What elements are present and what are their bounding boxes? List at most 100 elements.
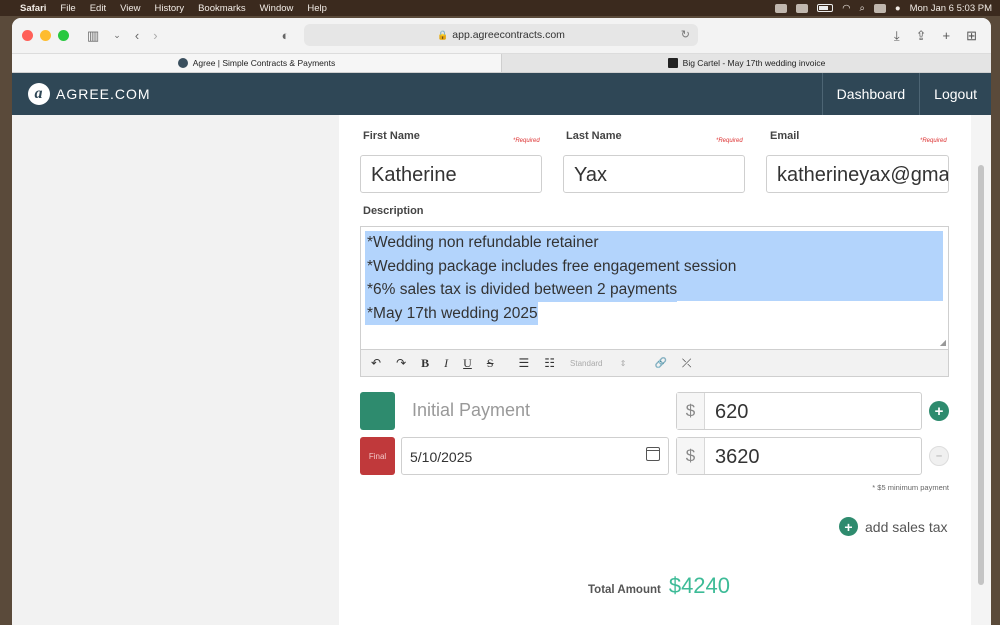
status-share-icon[interactable] xyxy=(796,3,809,13)
forward-icon[interactable]: › xyxy=(153,28,157,43)
menu-history[interactable]: History xyxy=(155,3,185,14)
minimum-payment-note: * $5 minimum payment xyxy=(872,483,949,492)
first-name-required: *Required xyxy=(513,138,540,144)
menu-edit[interactable]: Edit xyxy=(90,3,106,14)
final-amount: 3620 xyxy=(715,446,760,468)
last-name-label: Last Name xyxy=(566,130,622,142)
close-window-button[interactable] xyxy=(22,30,33,41)
initial-payment-swatch[interactable] xyxy=(360,392,395,430)
tab-bar: Agree | Simple Contracts & Payments Big … xyxy=(12,54,991,73)
calendar-icon[interactable] xyxy=(646,447,660,461)
sidebar-toggle-icon[interactable]: ▥ xyxy=(87,28,99,44)
site-nav: Dashboard Logout xyxy=(821,73,991,115)
site-header: a AGREE.COM Dashboard Logout xyxy=(12,73,991,115)
logout-link[interactable]: Logout xyxy=(919,73,991,115)
strikethrough-icon[interactable]: S xyxy=(487,356,494,371)
initial-payment-label: Initial Payment xyxy=(412,400,531,420)
downloads-icon[interactable]: ⤓ xyxy=(894,28,900,44)
share-icon[interactable]: ⇪ xyxy=(916,28,927,44)
redo-icon[interactable]: ↷ xyxy=(396,356,406,370)
menu-view[interactable]: View xyxy=(120,3,140,14)
address-bar[interactable]: 🔒 app.agreecontracts.com ↻ xyxy=(304,24,698,46)
initial-amount-field[interactable]: $ 620 xyxy=(676,392,922,430)
initial-amount: 620 xyxy=(715,401,749,423)
minimize-window-button[interactable] xyxy=(40,30,51,41)
scrollbar-thumb[interactable] xyxy=(978,165,984,585)
reload-icon[interactable]: ↻ xyxy=(681,28,690,41)
total-amount-value: $4240 xyxy=(668,573,731,598)
agree-logo[interactable]: a AGREE.COM xyxy=(28,83,151,105)
agree-logo-mark: a xyxy=(28,83,50,105)
total-amount: Total Amount $4240 xyxy=(588,573,730,599)
bullet-list-icon[interactable]: ☰ xyxy=(519,356,530,370)
siri-icon[interactable]: ● xyxy=(895,3,901,14)
bold-icon[interactable]: B xyxy=(421,356,429,371)
tab-big-cartel[interactable]: Big Cartel - May 17th wedding invoice xyxy=(502,54,991,72)
agree-favicon-icon xyxy=(177,58,188,68)
macos-menu-bar: Safari File Edit View History Bookmarks … xyxy=(0,0,1000,16)
page-content: First Name *Required Last Name *Required… xyxy=(12,115,991,625)
final-date-value: 5/10/2025 xyxy=(410,449,473,465)
total-amount-label: Total Amount xyxy=(588,584,661,596)
lock-icon: 🔒 xyxy=(437,29,449,40)
status-app-icon[interactable] xyxy=(775,3,788,13)
zoom-window-button[interactable] xyxy=(58,30,69,41)
resize-grip-icon[interactable]: ◢ xyxy=(940,338,946,347)
menu-help[interactable]: Help xyxy=(307,3,327,14)
final-payment-swatch[interactable]: Final xyxy=(360,437,395,475)
invoice-form: First Name *Required Last Name *Required… xyxy=(339,115,971,625)
safari-window: ▥ ⌄ ‹ › ◐ 🔒 app.agreecontracts.com ↻ ⤓ ⇪… xyxy=(12,18,991,625)
privacy-shield-icon[interactable]: ◐ xyxy=(282,28,290,43)
first-name-label: First Name xyxy=(363,130,420,142)
currency-symbol: $ xyxy=(677,393,705,429)
last-name-required: *Required xyxy=(716,138,743,144)
address-url: app.agreecontracts.com xyxy=(452,29,565,41)
plus-icon: + xyxy=(839,517,858,536)
unlink-icon[interactable]: ⤫ xyxy=(682,356,692,371)
description-editor[interactable]: *Wedding non refundable retainer *Weddin… xyxy=(360,226,949,350)
description-line: *May 17th wedding 2025 xyxy=(365,301,538,325)
spotlight-search-icon[interactable]: ⌕ xyxy=(860,3,865,14)
email-label: Email xyxy=(770,130,800,142)
control-center-icon[interactable] xyxy=(873,3,886,13)
tab-agree[interactable]: Agree | Simple Contracts & Payments xyxy=(12,54,502,72)
first-name-field[interactable]: Katherine xyxy=(360,155,542,193)
link-icon[interactable]: 🔗 xyxy=(654,358,666,369)
currency-symbol: $ xyxy=(677,438,705,474)
email-field[interactable]: katherineyax@gma xyxy=(766,155,949,193)
toolbar-actions: ⤓ ⇪ + ⊞ xyxy=(894,28,977,44)
underline-icon[interactable]: U xyxy=(463,356,472,371)
menu-bar-status: ◠ ⌕ ● Mon Jan 6 5:03 PM xyxy=(775,3,992,14)
text-style-select[interactable]: Standard ⇕ xyxy=(570,359,626,368)
back-icon[interactable]: ‹ xyxy=(135,28,139,43)
editor-toolbar: ↶ ↷ B I U S ☰ ☷ Standard ⇕ 🔗 ⤫ xyxy=(360,350,949,377)
last-name-field[interactable]: Yax xyxy=(563,155,745,193)
wifi-icon[interactable]: ◠ xyxy=(842,3,850,14)
browser-toolbar: ▥ ⌄ ‹ › ◐ 🔒 app.agreecontracts.com ↻ ⤓ ⇪… xyxy=(12,18,991,54)
undo-icon[interactable]: ↶ xyxy=(371,356,381,370)
page-scrollbar[interactable] xyxy=(971,115,991,625)
add-payment-button[interactable]: + xyxy=(929,401,949,421)
menu-file[interactable]: File xyxy=(60,3,75,14)
new-tab-icon[interactable]: + xyxy=(943,28,951,44)
numbered-list-icon[interactable]: ☷ xyxy=(544,356,555,370)
brand-name: AGREE.COM xyxy=(56,86,151,102)
big-cartel-favicon-icon xyxy=(667,58,678,68)
dashboard-link[interactable]: Dashboard xyxy=(821,73,920,115)
remove-payment-button[interactable]: – xyxy=(929,446,949,466)
tab-overview-icon[interactable]: ⊞ xyxy=(966,28,977,44)
italic-icon[interactable]: I xyxy=(444,356,448,371)
add-sales-tax-label: add sales tax xyxy=(865,518,948,535)
final-date-field[interactable]: 5/10/2025 xyxy=(401,437,669,475)
chevron-down-icon[interactable]: ⌄ xyxy=(113,30,121,41)
text-style-value: Standard xyxy=(570,358,603,368)
description-line: *Wedding package includes free engagemen… xyxy=(365,254,737,278)
menu-bookmarks[interactable]: Bookmarks xyxy=(198,3,246,14)
menu-app-name[interactable]: Safari xyxy=(20,3,46,14)
battery-icon[interactable] xyxy=(817,4,834,12)
final-amount-field[interactable]: $ 3620 xyxy=(676,437,922,475)
menu-clock[interactable]: Mon Jan 6 5:03 PM xyxy=(910,3,992,14)
tab-label: Agree | Simple Contracts & Payments xyxy=(192,58,336,68)
menu-window[interactable]: Window xyxy=(260,3,294,14)
add-sales-tax-button[interactable]: + add sales tax xyxy=(839,517,948,536)
